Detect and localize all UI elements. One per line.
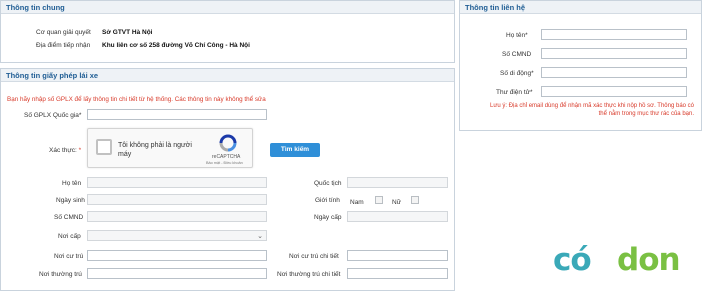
gender-female-label: Nữ (392, 199, 402, 206)
gender-male-checkbox[interactable] (375, 196, 383, 204)
contact-name-input[interactable] (541, 29, 687, 40)
issue-date-label: Ngày cấp (314, 214, 342, 221)
location-label: Địa điểm tiếp nhận (36, 42, 91, 49)
holder-name-label: Họ tên (62, 180, 82, 187)
permanent-label: Nơi thường trú (39, 271, 82, 278)
codon-logo: có don (553, 242, 701, 286)
contact-email-input[interactable] (541, 86, 687, 97)
holder-id-field (87, 211, 267, 222)
license-info-title: Thông tin giấy phép lái xe (1, 69, 454, 82)
gender-female-checkbox[interactable] (411, 196, 419, 204)
contact-phone-label: Số di động* (500, 70, 534, 77)
residence-label: Nơi cư trú (54, 253, 84, 260)
contact-id-label: Số CMND (502, 51, 532, 58)
nationality-label: Quốc tịch (314, 180, 342, 187)
contact-name-label: Họ tên* (506, 32, 528, 39)
gender-male-label: Nam (350, 199, 364, 206)
license-info-panel: Thông tin giấy phép lái xe Bạn hãy nhập … (0, 68, 455, 291)
holder-id-label: Số CMND (54, 214, 84, 221)
recaptcha-logo-icon (219, 134, 237, 152)
holder-name-field (87, 177, 267, 188)
issue-place-select[interactable]: ⌄ (87, 230, 267, 241)
verify-label: Xác thực: * (49, 147, 81, 154)
license-no-input[interactable] (87, 109, 267, 120)
residence-input[interactable] (87, 250, 267, 261)
residence-detail-label: Nơi cư trú chi tiết (289, 253, 339, 260)
dob-label: Ngày sinh (56, 197, 85, 204)
recaptcha-terms: Bảo mật - Điều khoản (206, 161, 243, 165)
residence-detail-input[interactable] (347, 250, 448, 261)
license-instruction: Bạn hãy nhập số GPLX để lấy thông tin ch… (7, 96, 266, 103)
general-info-panel: Thông tin chung Cơ quan giải quyết Sở GT… (0, 0, 455, 63)
contact-info-title: Thông tin liên hệ (460, 1, 701, 14)
authority-value: Sở GTVT Hà Nội (102, 29, 153, 36)
general-info-title: Thông tin chung (1, 1, 454, 14)
nationality-field (347, 177, 448, 188)
verify-required-star: * (78, 147, 82, 154)
permanent-detail-label: Nơi thường trú chi tiết (277, 271, 341, 278)
contact-phone-input[interactable] (541, 67, 687, 78)
contact-note: Lưu ý: Địa chỉ email dùng để nhận mã xác… (490, 103, 694, 117)
issue-place-label: Nơi cấp (58, 233, 81, 240)
chevron-down-icon: ⌄ (257, 233, 263, 240)
gender-label: Giới tính (315, 197, 340, 204)
search-button[interactable]: Tìm kiếm (270, 143, 320, 157)
permanent-input[interactable] (87, 268, 267, 279)
license-no-label: Số GPLX Quốc gia* (24, 112, 82, 119)
issue-date-field (347, 211, 448, 222)
contact-id-input[interactable] (541, 48, 687, 59)
authority-label: Cơ quan giải quyết (36, 29, 91, 36)
verify-label-text: Xác thực: (49, 147, 77, 154)
codon-logo-left: có (553, 242, 592, 278)
recaptcha-checkbox[interactable] (96, 139, 112, 155)
recaptcha-text: Tôi không phải là người máy (118, 142, 192, 158)
recaptcha-brand: reCAPTCHA (212, 154, 241, 160)
contact-info-panel: Thông tin liên hệ Họ tên* Số CMND Số di … (459, 0, 702, 131)
dob-field (87, 194, 267, 205)
codon-logo-right: don (617, 242, 681, 278)
permanent-detail-input[interactable] (347, 268, 448, 279)
contact-email-label: Thư điện tử* (496, 89, 533, 96)
location-value: Khu liên cơ số 258 đường Võ Chí Công - H… (102, 42, 250, 49)
recaptcha-widget: Tôi không phải là người máy reCAPTCHA Bả… (87, 128, 253, 168)
